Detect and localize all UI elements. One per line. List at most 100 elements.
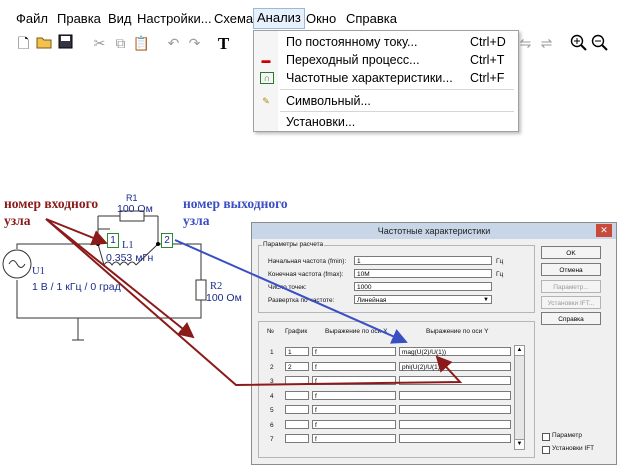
ift-checkbox[interactable] — [542, 446, 550, 454]
menu-item-setup[interactable]: Установки... — [286, 115, 355, 129]
fmin-label: Начальная частота (fmin): — [268, 258, 347, 265]
x-expression-input[interactable]: f — [312, 390, 396, 400]
sweep-select[interactable]: Линейная ▼ — [354, 295, 492, 304]
sweep-label: Развертка по частоте: — [268, 297, 335, 304]
menu-analysis[interactable]: Анализ — [253, 8, 305, 29]
fmin-unit: Гц — [496, 258, 504, 265]
x-expression-input[interactable]: f — [312, 419, 396, 429]
close-icon[interactable]: ✕ — [596, 224, 612, 237]
graph-input[interactable] — [285, 376, 309, 385]
undo-icon[interactable]: ↶ — [164, 34, 183, 53]
col-header-num: № — [267, 328, 274, 335]
scroll-down-icon[interactable]: ▼ — [515, 439, 524, 449]
ift-button[interactable]: Установки IFT... — [541, 296, 601, 309]
r1-label: R1 — [126, 193, 138, 203]
table-row: 1 1 f mag(U(2)/U(1)) — [252, 347, 512, 359]
table-row: 7f — [252, 434, 512, 446]
menu-item-frequency[interactable]: Частотные характеристики... — [286, 71, 453, 85]
sweep-select-value: Линейная — [357, 297, 387, 304]
zoom-out-icon[interactable] — [590, 34, 609, 53]
menu-item-symbolic[interactable]: Символьный... — [286, 94, 371, 108]
col-header-x: Выражение по оси X — [325, 328, 388, 335]
row-number: 3 — [270, 378, 274, 385]
redo-icon[interactable]: ↷ — [185, 34, 204, 53]
table-row: 6f — [252, 419, 512, 432]
y-expression-input[interactable] — [399, 405, 511, 414]
node-1-label: 1 — [107, 233, 119, 248]
graph-input[interactable] — [285, 390, 309, 400]
menu-window[interactable]: Окно — [306, 11, 336, 26]
x-expression-input[interactable]: f — [312, 405, 396, 414]
u1-label: U1 — [32, 266, 45, 277]
graph-input[interactable] — [285, 405, 309, 414]
x-expression-input[interactable]: f — [312, 376, 396, 385]
menu-settings[interactable]: Настройки... — [137, 11, 212, 26]
node-2-label: 2 — [161, 233, 173, 248]
cancel-button[interactable]: Отмена — [541, 263, 601, 276]
save-icon[interactable] — [56, 34, 75, 53]
frequency-dialog: Частотные характеристики ✕ Параметры рас… — [251, 222, 617, 465]
menu-schema[interactable]: Схема — [214, 11, 253, 26]
param-checkbox[interactable] — [542, 433, 550, 441]
y-expression-input[interactable]: mag(U(2)/U(1)) — [399, 347, 511, 356]
graph-input[interactable]: 2 — [285, 361, 309, 371]
ok-button[interactable]: OK — [541, 246, 601, 259]
paste-icon[interactable]: 📋 — [132, 34, 151, 53]
col-header-graph: График — [285, 328, 308, 335]
scroll-up-icon[interactable]: ▲ — [515, 346, 524, 356]
analysis-dropdown-menu: По постоянному току... Ctrl+D ▬ Переходн… — [253, 30, 519, 132]
fmin-input[interactable]: 1 — [354, 256, 492, 265]
param-checkbox-label: Параметр — [552, 432, 582, 439]
y-expression-input[interactable] — [399, 390, 511, 400]
menu-help[interactable]: Справка — [346, 11, 397, 26]
graph-input[interactable] — [285, 434, 309, 443]
table-row: 5f — [252, 405, 512, 417]
graph-input[interactable] — [285, 419, 309, 429]
symbolic-icon: ✎ — [262, 96, 270, 106]
copy-icon[interactable]: ⧉ — [111, 34, 130, 53]
row-number: 7 — [270, 436, 274, 443]
menu-shortcut-dc: Ctrl+D — [470, 35, 506, 49]
scrollbar[interactable]: ▲ ▼ — [514, 345, 525, 450]
dialog-title: Частотные характеристики — [252, 223, 616, 239]
row-number: 4 — [270, 392, 274, 400]
menu-edit[interactable]: Правка — [57, 11, 101, 26]
param-button[interactable]: Параметр... — [541, 280, 601, 293]
zoom-in-icon[interactable] — [569, 34, 588, 53]
x-expression-input[interactable]: f — [312, 347, 396, 356]
input-node-annotation: номер входного узла — [4, 196, 99, 228]
table-row: 4f — [252, 390, 512, 403]
menu-file[interactable]: Файл — [16, 11, 48, 26]
y-expression-input[interactable] — [399, 434, 511, 443]
cut-icon[interactable]: ✂ — [90, 34, 109, 53]
params-group-title: Параметры расчета — [262, 241, 325, 248]
help-button[interactable]: Справка — [541, 312, 601, 325]
new-file-icon[interactable]: 🗋 — [14, 34, 33, 53]
r2-value: 100 Ом — [206, 292, 242, 304]
open-folder-icon[interactable] — [35, 34, 54, 53]
row-number: 2 — [270, 363, 274, 371]
y-expression-input[interactable] — [399, 376, 511, 385]
menu-bar: Файл Правка Вид Настройки... Схема Анали… — [0, 8, 635, 30]
r1-value: 100 Ом — [117, 203, 153, 215]
graph-input[interactable]: 1 — [285, 347, 309, 356]
chevron-down-icon: ▼ — [483, 297, 489, 303]
points-input[interactable]: 1000 — [354, 282, 492, 291]
row-number: 1 — [270, 349, 274, 356]
x-expression-input[interactable]: f — [312, 434, 396, 443]
table-row: 3f — [252, 376, 512, 388]
mirror-icon[interactable]: ⇌ — [537, 34, 556, 53]
text-icon[interactable]: T — [214, 34, 233, 53]
frequency-icon: ∩ — [260, 72, 274, 84]
y-expression-input[interactable] — [399, 419, 511, 429]
y-expression-input[interactable]: phi(U(2)/U(1)) — [399, 361, 511, 371]
u1-value: 1 В / 1 кГц / 0 град — [32, 281, 121, 293]
col-header-y: Выражение по оси Y — [426, 328, 489, 335]
fmax-input[interactable]: 10M — [354, 269, 492, 278]
menu-view[interactable]: Вид — [108, 11, 132, 26]
menu-item-dc[interactable]: По постоянному току... — [286, 35, 417, 49]
fmax-label: Конечная частота (fmax): — [268, 271, 344, 278]
menu-item-transient[interactable]: Переходный процесс... — [286, 53, 420, 67]
x-expression-input[interactable]: f — [312, 361, 396, 371]
points-label: Число точек: — [268, 284, 307, 291]
